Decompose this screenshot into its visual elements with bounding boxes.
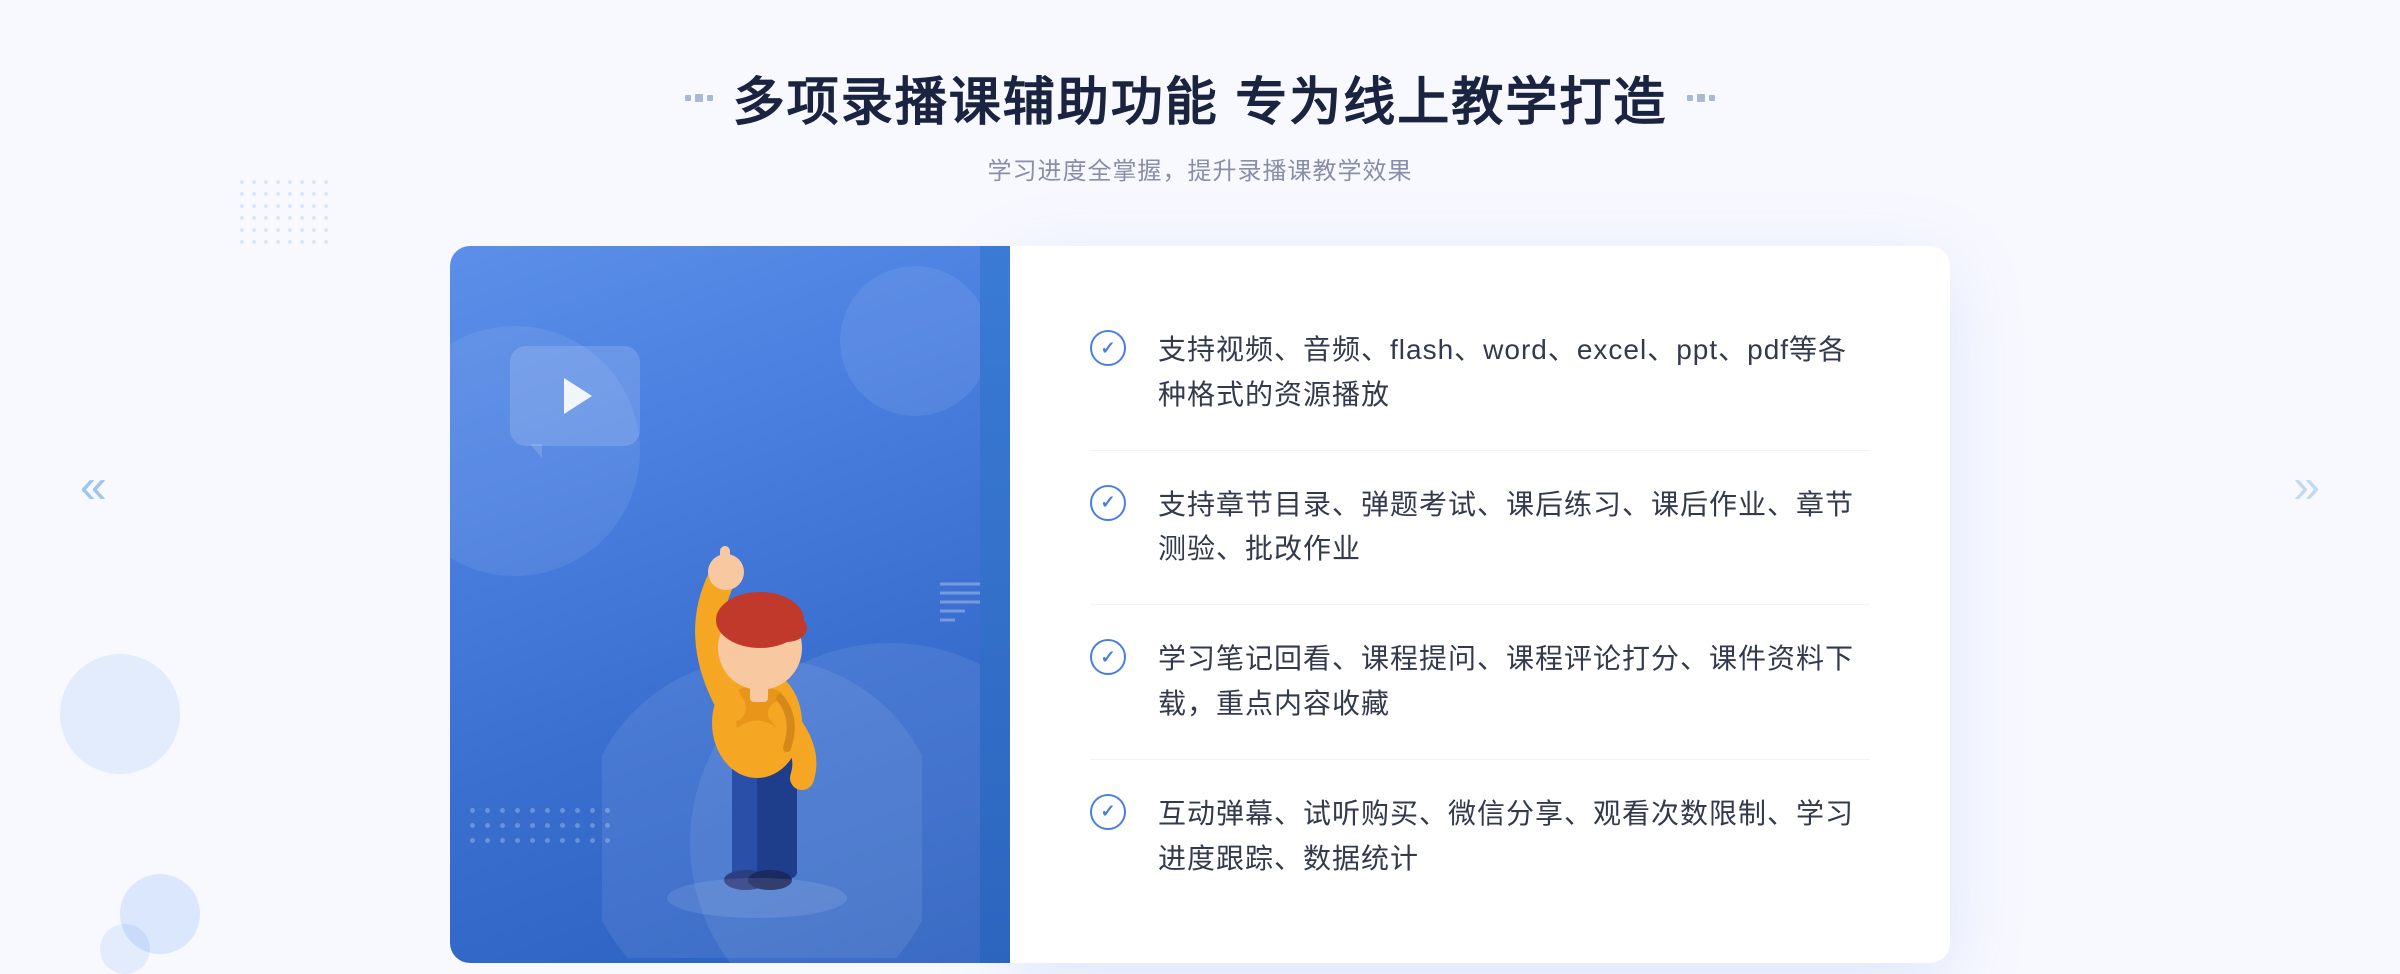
subtitle: 学习进度全掌握，提升录播课教学效果 [685, 151, 1715, 186]
deco-circle-3 [840, 266, 990, 416]
lines-decoration [940, 582, 980, 627]
main-content: ✓ 支持视频、音频、flash、word、excel、ppt、pdf等各种格式的… [450, 246, 1950, 963]
inner-dots [470, 808, 610, 843]
title-dot [1709, 95, 1715, 101]
feature-item-2: ✓ 支持章节目录、弹题考试、课后练习、课后作业、章节测验、批改作业 [1090, 451, 1870, 606]
check-icon-2: ✓ [1090, 485, 1126, 521]
title-dot [1687, 95, 1693, 101]
feature-item-4: ✓ 互动弹幕、试听购买、微信分享、观看次数限制、学习进度跟踪、数据统计 [1090, 760, 1870, 914]
feature-text-1: 支持视频、音频、flash、word、excel、ppt、pdf等各种格式的资源… [1158, 328, 1870, 418]
illustration-panel [450, 246, 1010, 963]
chevron-right-icon[interactable]: » [2293, 460, 2320, 515]
title-dot-center [695, 94, 703, 102]
title-dots-left [685, 94, 713, 102]
chevron-left-icon[interactable]: « [80, 460, 107, 515]
main-title: 多项录播课辅助功能 专为线上教学打造 [733, 60, 1667, 135]
feature-item-3: ✓ 学习笔记回看、课程提问、课程评论打分、课件资料下载，重点内容收藏 [1090, 605, 1870, 760]
check-icon-1: ✓ [1090, 330, 1126, 366]
human-figure [602, 458, 922, 963]
header-section: 多项录播课辅助功能 专为线上教学打造 学习进度全掌握，提升录播课教学效果 [685, 60, 1715, 186]
page-container: « » 多项录播课辅助功能 专为线上教学打造 [0, 0, 2400, 974]
feature-item-1: ✓ 支持视频、音频、flash、word、excel、ppt、pdf等各种格式的… [1090, 296, 1870, 451]
play-triangle-icon [564, 378, 592, 414]
feature-text-3: 学习笔记回看、课程提问、课程评论打分、课件资料下载，重点内容收藏 [1158, 637, 1870, 727]
left-decoration [60, 654, 180, 774]
blue-accent-bar [980, 246, 1010, 963]
check-icon-4: ✓ [1090, 794, 1126, 830]
play-bubble [510, 346, 640, 446]
header-title: 多项录播课辅助功能 专为线上教学打造 [685, 60, 1715, 135]
feature-text-4: 互动弹幕、试听购买、微信分享、观看次数限制、学习进度跟踪、数据统计 [1158, 792, 1870, 882]
check-icon-3: ✓ [1090, 639, 1126, 675]
title-dots-right [1687, 94, 1715, 102]
dot-pattern-top-left [240, 180, 328, 244]
content-panel: ✓ 支持视频、音频、flash、word、excel、ppt、pdf等各种格式的… [1010, 246, 1950, 963]
feature-text-2: 支持章节目录、弹题考试、课后练习、课后作业、章节测验、批改作业 [1158, 483, 1870, 573]
title-dot [685, 95, 691, 101]
title-dot [707, 95, 713, 101]
title-dot-center [1697, 94, 1705, 102]
